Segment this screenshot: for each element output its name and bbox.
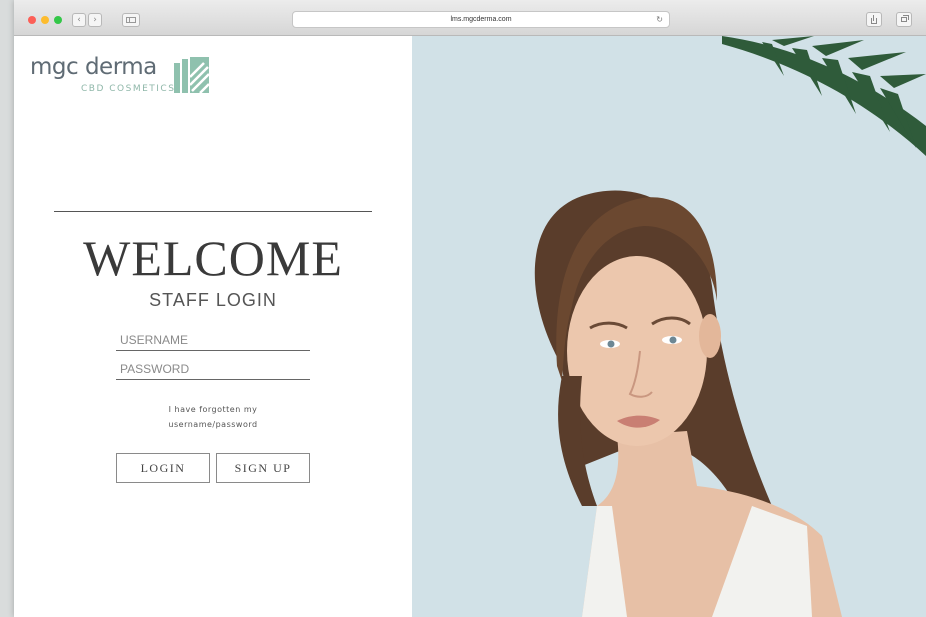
forgot-link-line1: I have forgotten my — [168, 405, 258, 414]
divider-line — [54, 211, 372, 212]
leaf-logo-icon — [174, 57, 210, 94]
hero-image-panel — [412, 36, 926, 617]
hero-photo — [534, 36, 926, 617]
password-input[interactable] — [116, 358, 310, 380]
forward-button[interactable]: › — [88, 13, 102, 27]
minimize-window-button[interactable] — [41, 16, 49, 24]
browser-window: ‹ › lms.mgcderma.com ↻ mgc derma CBD COS… — [14, 0, 926, 617]
login-panel: mgc derma CBD COSMETICS WELCOME STAFF LO… — [14, 36, 412, 617]
show-tabs-button[interactable] — [896, 12, 912, 27]
address-url: lms.mgcderma.com — [450, 16, 512, 23]
address-bar[interactable]: lms.mgcderma.com ↻ — [292, 11, 670, 28]
brand-name: mgc derma — [30, 54, 157, 80]
zoom-window-button[interactable] — [54, 16, 62, 24]
browser-toolbar: ‹ › lms.mgcderma.com ↻ — [14, 0, 926, 36]
back-button[interactable]: ‹ — [72, 13, 86, 27]
staff-login-subheading: STAFF LOGIN — [149, 290, 277, 310]
login-button[interactable]: LOGIN — [116, 453, 210, 483]
share-icon — [871, 18, 877, 24]
forgot-credentials-link[interactable]: I have forgotten my username/password — [116, 402, 310, 432]
welcome-heading: WELCOME — [83, 230, 343, 286]
model-portrait-image — [534, 190, 842, 617]
username-input[interactable] — [116, 329, 310, 351]
brand-tagline: CBD COSMETICS — [81, 84, 176, 94]
sign-up-button[interactable]: SIGN UP — [216, 453, 310, 483]
close-window-button[interactable] — [28, 16, 36, 24]
reload-icon[interactable]: ↻ — [656, 12, 663, 27]
share-button[interactable] — [866, 12, 882, 27]
forgot-link-line2: username/password — [168, 420, 258, 429]
sidebar-icon — [126, 17, 136, 23]
sidebar-toggle-button[interactable] — [122, 13, 140, 27]
palm-leaf-image — [722, 36, 926, 156]
